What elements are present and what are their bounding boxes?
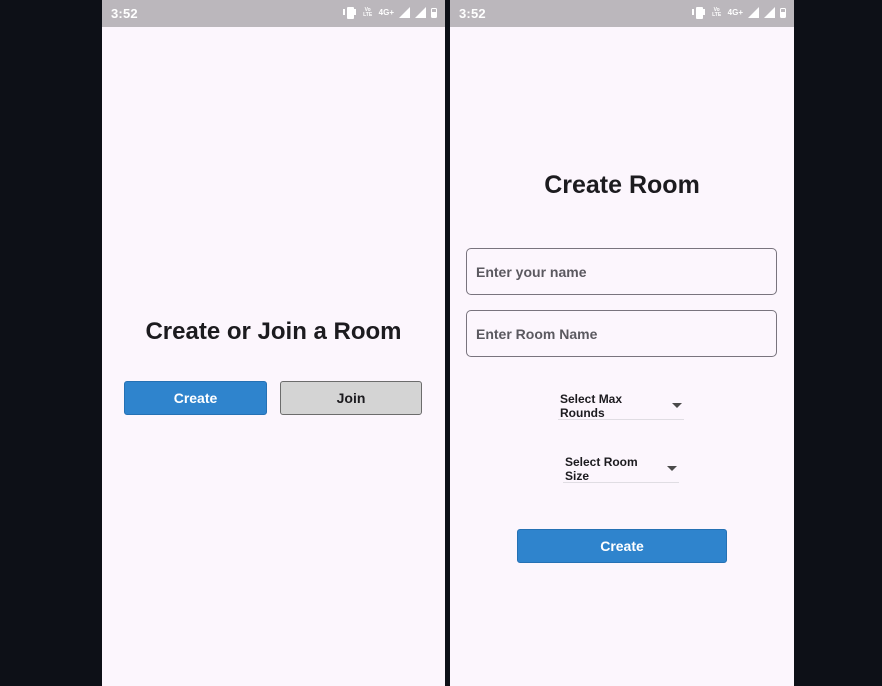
create-room-button[interactable]: Create [517, 529, 727, 563]
volte-indicator: Vo LTE [712, 6, 722, 18]
status-time: 3:52 [459, 6, 486, 21]
network-type-label: 4G+ [727, 7, 743, 17]
room-size-dropdown[interactable]: Select Room Size [563, 455, 679, 483]
left-phone-screen: 3:52 Vo LTE 4G+ Create or Join a Room Cr… [102, 0, 445, 686]
max-rounds-dropdown-label: Select Max Rounds [560, 391, 623, 420]
room-name-input[interactable] [466, 310, 777, 357]
signal-icon [415, 7, 426, 18]
status-icons: Vo LTE 4G+ [691, 6, 786, 19]
right-phone-screen: 3:52 Vo LTE 4G+ Create Room Select Max R… [450, 0, 794, 686]
status-icons: Vo LTE 4G+ [342, 6, 437, 19]
vibrate-icon [342, 6, 357, 19]
status-bar: 3:52 Vo LTE 4G+ [450, 0, 794, 27]
battery-icon [780, 7, 786, 18]
volte-indicator: Vo LTE [363, 6, 373, 18]
name-input[interactable] [466, 248, 777, 295]
network-type-label: 4G+ [378, 7, 394, 17]
vibrate-icon [691, 6, 706, 19]
caret-down-icon [667, 466, 677, 471]
page-title: Create Room [544, 171, 700, 199]
room-size-dropdown-label: Select Room Size [565, 454, 638, 483]
status-time: 3:52 [111, 6, 138, 21]
caret-down-icon [672, 403, 682, 408]
create-button[interactable]: Create [124, 381, 267, 415]
battery-icon [431, 7, 437, 18]
join-button[interactable]: Join [280, 381, 422, 415]
status-bar: 3:52 Vo LTE 4G+ [102, 0, 445, 27]
signal-icon [764, 7, 775, 18]
page-title: Create or Join a Room [145, 318, 402, 345]
max-rounds-dropdown[interactable]: Select Max Rounds [558, 392, 684, 420]
signal-icon [748, 7, 759, 18]
signal-icon [399, 7, 410, 18]
